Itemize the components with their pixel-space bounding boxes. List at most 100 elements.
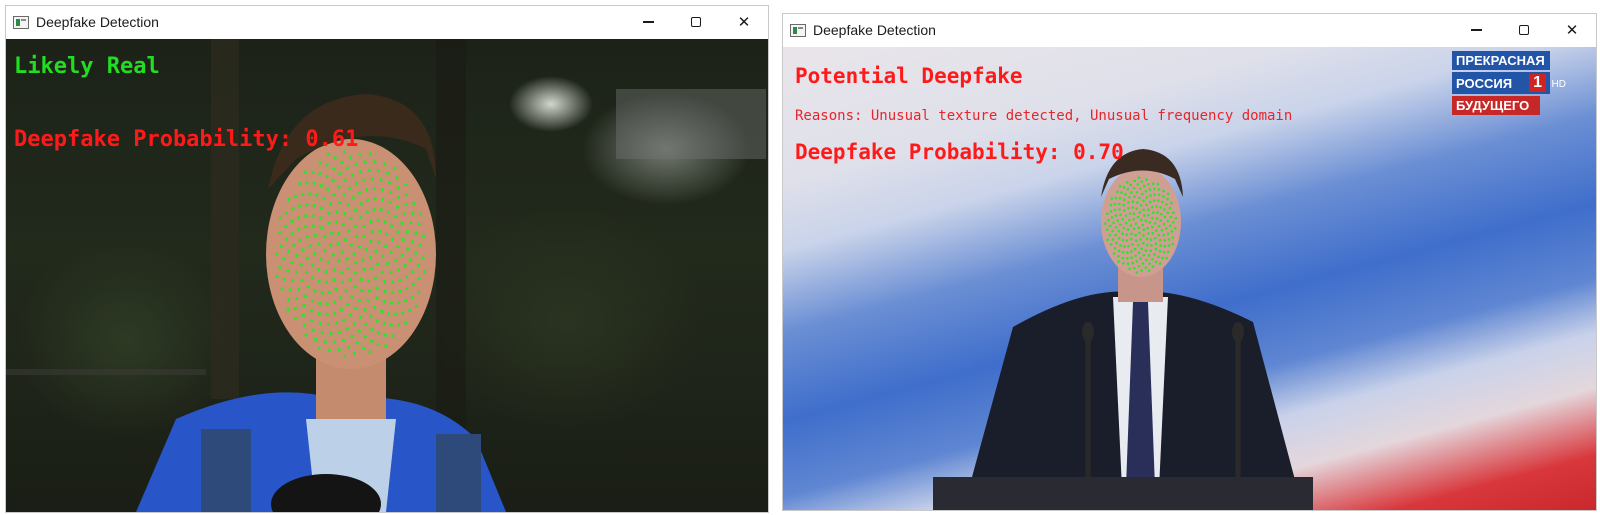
maximize-button[interactable] [1500, 14, 1548, 46]
landmark-point [302, 323, 306, 327]
landmark-point [1110, 216, 1114, 219]
landmark-point [1116, 190, 1119, 194]
landmark-point [1172, 211, 1175, 214]
landmark-point [1156, 182, 1160, 186]
landmark-point [1132, 212, 1136, 215]
window-title: Deepfake Detection [36, 14, 159, 30]
landmark-point [389, 301, 393, 305]
landmark-point [367, 168, 371, 172]
landmark-point [1173, 227, 1177, 230]
landmark-point [333, 156, 337, 160]
landmark-point [373, 197, 377, 201]
landmark-point [322, 196, 326, 200]
landmark-point [318, 172, 322, 176]
title-bar[interactable]: Deepfake Detection ✕ [6, 6, 768, 38]
landmark-point [1145, 243, 1149, 247]
landmark-point [284, 237, 288, 241]
landmark-point [303, 294, 307, 298]
landmark-point [1147, 213, 1150, 217]
landmark-point [333, 340, 337, 344]
landmark-point [366, 299, 370, 303]
title-bar[interactable]: Deepfake Detection ✕ [783, 14, 1596, 46]
landmark-point [386, 171, 390, 175]
landmark-point [394, 312, 398, 316]
landmark-point [347, 345, 351, 349]
landmark-point [406, 247, 410, 251]
landmark-point [334, 220, 338, 224]
landmark-point [338, 201, 342, 205]
landmark-point [292, 243, 296, 247]
landmark-point [275, 252, 279, 256]
landmark-point [329, 243, 333, 247]
landmark-point [404, 202, 408, 207]
close-button[interactable]: ✕ [1548, 14, 1596, 46]
landmark-point [1140, 218, 1143, 222]
landmark-point [311, 224, 315, 228]
landmark-point [310, 263, 315, 267]
landmark-point [339, 296, 343, 300]
landmark-point [388, 200, 392, 204]
landmark-point [294, 194, 298, 198]
landmark-point [422, 234, 426, 238]
landmark-point [1157, 224, 1161, 228]
landmark-point [1168, 206, 1172, 210]
landmark-point [376, 262, 380, 266]
landmark-point [1163, 208, 1166, 211]
landmark-point [310, 318, 314, 323]
landmark-point [357, 191, 362, 195]
landmark-point [335, 210, 339, 214]
landmark-point [317, 346, 321, 351]
landmark-point [1131, 243, 1134, 246]
landmark-point [286, 308, 290, 312]
landmark-point [317, 312, 321, 316]
landmark-point [350, 243, 354, 247]
maximize-button[interactable] [672, 6, 720, 38]
landmark-point [359, 215, 363, 219]
landmark-point [339, 308, 344, 312]
probability-label: Deepfake Probability: 0.61 [14, 127, 359, 152]
landmark-point [301, 248, 305, 252]
landmark-point [1152, 199, 1156, 202]
landmark-point [375, 296, 379, 300]
landmark-point [1166, 211, 1170, 214]
landmark-point [1165, 256, 1168, 260]
landmark-point [372, 187, 376, 191]
landmark-point [382, 299, 386, 304]
landmark-point [1169, 215, 1173, 219]
landmark-point [280, 287, 284, 291]
landmark-point [361, 346, 366, 350]
landmark-point [1127, 206, 1130, 210]
landmark-point [331, 179, 335, 183]
landmark-point [400, 253, 404, 257]
landmark-point [354, 261, 358, 265]
logo-line-1: ПРЕКРАСНАЯ [1452, 51, 1550, 70]
landmark-point [1111, 229, 1114, 233]
landmark-point [1149, 249, 1153, 252]
landmark-point [1159, 244, 1162, 247]
landmark-point [304, 225, 308, 229]
channel-logo: ПРЕКРАСНАЯ РОССИЯ 1 БУДУЩЕГО [1452, 51, 1550, 117]
landmark-point [1166, 197, 1169, 201]
landmark-point [279, 244, 283, 248]
landmark-point [1142, 241, 1145, 245]
landmark-point [368, 152, 372, 156]
landmark-point [311, 214, 315, 218]
minimize-button[interactable] [1452, 14, 1500, 46]
landmark-point [298, 204, 302, 208]
landmark-point [368, 350, 372, 354]
landmark-point [1170, 201, 1173, 205]
landmark-point [1129, 224, 1133, 227]
close-button[interactable]: ✕ [720, 6, 768, 38]
landmark-point [342, 193, 346, 197]
landmark-point [1158, 262, 1162, 265]
landmark-point [385, 232, 389, 236]
landmark-point [324, 280, 328, 284]
landmark-point [1151, 182, 1155, 185]
minimize-button[interactable] [624, 6, 672, 38]
landmark-point [354, 162, 358, 166]
landmark-point [1157, 233, 1161, 237]
landmark-point [1145, 196, 1149, 199]
landmark-point [323, 249, 327, 253]
landmark-point [383, 289, 387, 293]
landmark-point [319, 257, 323, 261]
